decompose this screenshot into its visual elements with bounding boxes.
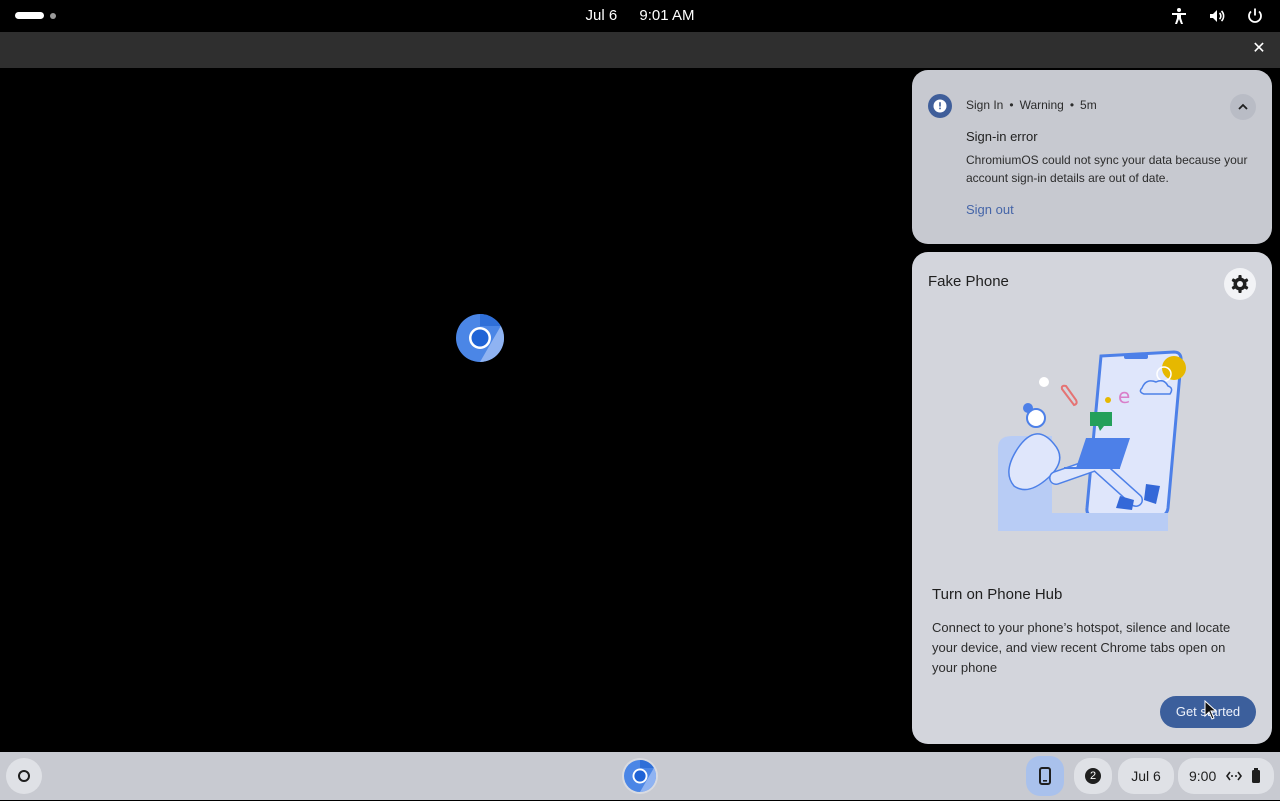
power-icon[interactable]	[1246, 7, 1264, 25]
accessibility-icon[interactable]	[1170, 7, 1188, 25]
phone-hub-button[interactable]	[1026, 756, 1064, 796]
collapse-button[interactable]	[1230, 94, 1256, 120]
top-clock: Jul 6 9:01 AM	[0, 7, 1280, 24]
sign-out-button[interactable]: Sign out	[966, 202, 1014, 217]
top-bar: Jul 6 9:01 AM	[0, 0, 1280, 32]
top-date: Jul 6	[585, 7, 618, 24]
mouse-cursor-icon	[1204, 699, 1218, 720]
gear-icon	[1231, 275, 1249, 293]
notification-count: 2	[1085, 768, 1101, 784]
chevron-up-icon	[1238, 103, 1248, 110]
notification-card[interactable]: Sign In • Warning • 5m Sign-in error Chromiu…	[912, 70, 1272, 244]
phone-icon	[1039, 767, 1051, 785]
phone-hub-panel: Fake Phone e Turn on Phone Hub Connect t…	[912, 252, 1272, 744]
svg-text:e: e	[1118, 384, 1130, 408]
close-icon[interactable]: ✕	[1250, 40, 1268, 58]
notification-meta: Sign In • Warning • 5m	[966, 98, 1097, 112]
notification-counter[interactable]: 2	[1074, 758, 1112, 794]
notification-title: Sign-in error	[966, 129, 1038, 144]
battery-icon	[1251, 768, 1261, 784]
shelf-date[interactable]: Jul 6	[1118, 758, 1174, 794]
notification-severity: Warning	[1019, 98, 1064, 112]
network-icon	[1226, 769, 1242, 783]
phone-hub-illustration: e	[996, 348, 1196, 538]
phone-hub-description: Connect to your phone’s hotspot, silence…	[932, 620, 1231, 675]
settings-button[interactable]	[1224, 268, 1256, 300]
shelf-chrome-app[interactable]	[622, 758, 658, 794]
notification-body: ChromiumOS could not sync your data beca…	[966, 153, 1248, 185]
notification-source: Sign In	[966, 98, 1004, 112]
volume-icon[interactable]	[1208, 7, 1226, 25]
overview-bar: ✕	[0, 32, 1280, 68]
chrome-icon[interactable]	[456, 314, 505, 362]
launcher-icon	[18, 770, 30, 782]
shelf: 2 Jul 6 9:00	[0, 752, 1280, 800]
launcher-button[interactable]	[6, 758, 42, 794]
phone-hub-title: Turn on Phone Hub	[932, 586, 1063, 603]
device-name: Fake Phone	[928, 273, 1009, 290]
top-tray	[1170, 7, 1264, 25]
warning-icon	[928, 94, 952, 118]
shelf-time: 9:00	[1189, 768, 1217, 784]
top-time: 9:01 AM	[639, 7, 695, 24]
notification-age: 5m	[1080, 98, 1097, 112]
status-area[interactable]: 9:00	[1178, 758, 1274, 794]
chrome-icon	[624, 759, 657, 793]
